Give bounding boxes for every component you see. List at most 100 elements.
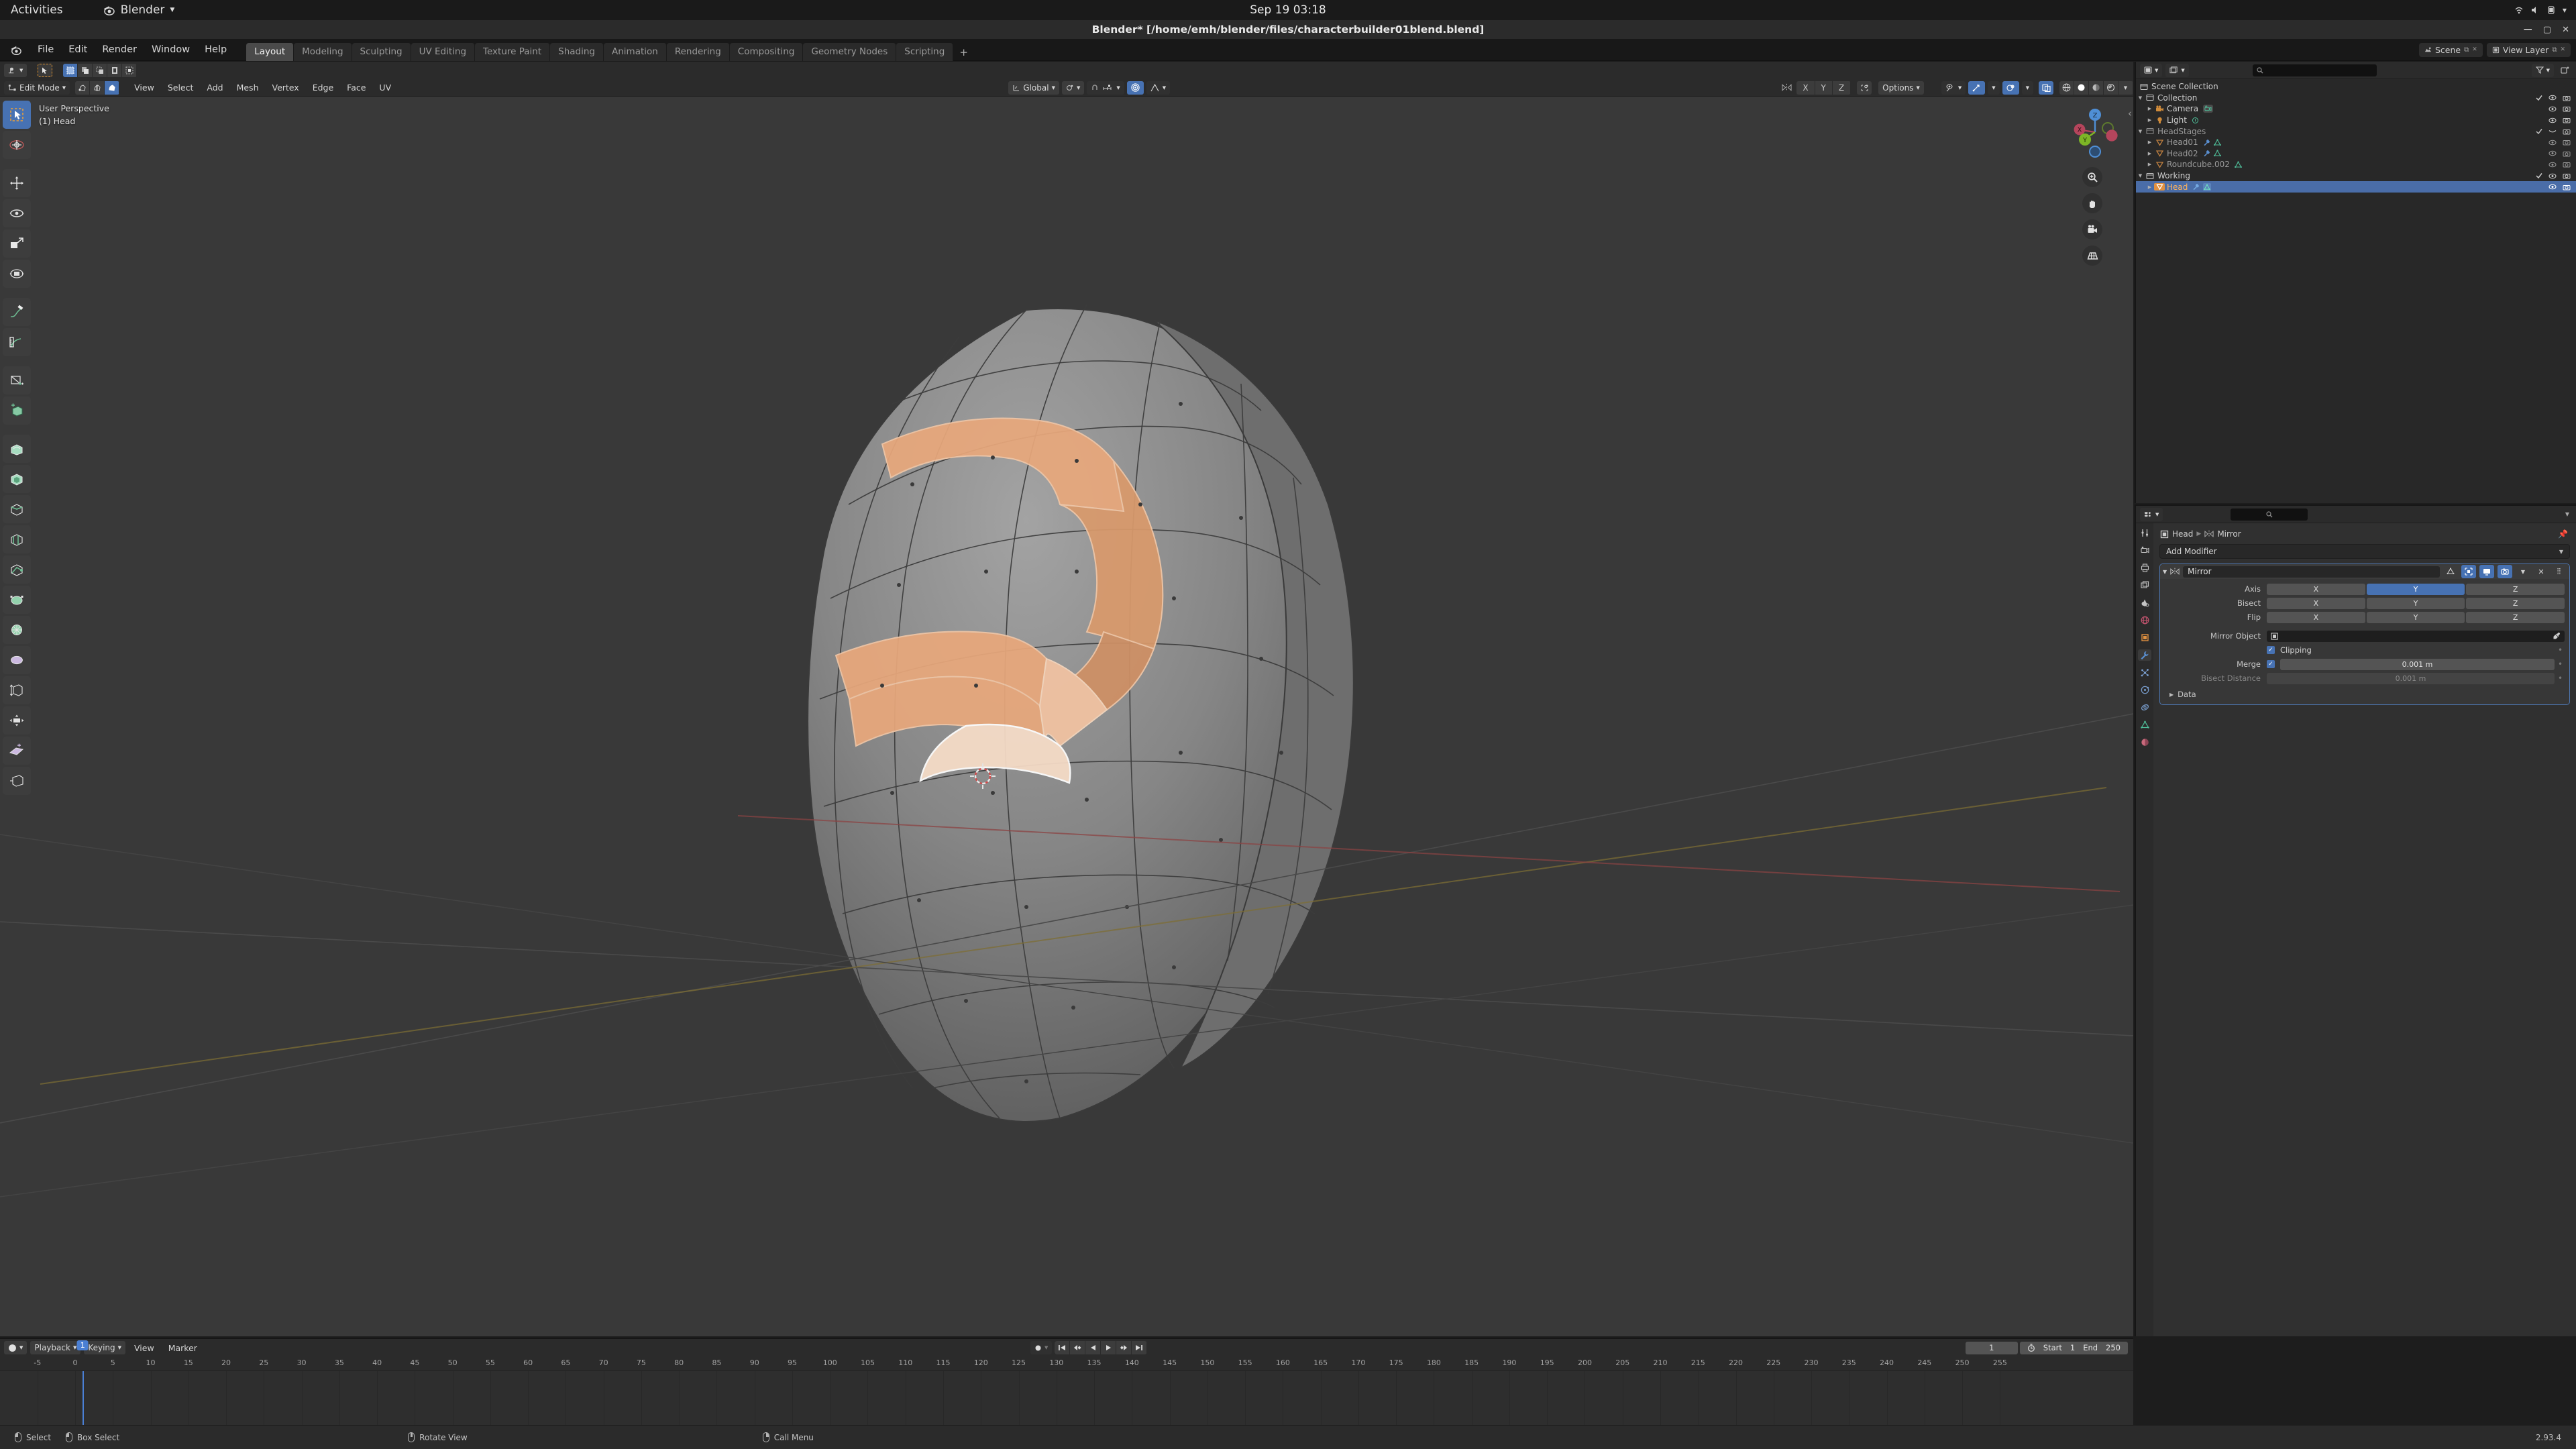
checkbox-icon[interactable] — [2536, 172, 2542, 179]
tab-world[interactable] — [2138, 614, 2151, 626]
mesh-data-icon[interactable] — [2213, 150, 2221, 157]
timeline-track-area[interactable] — [0, 1371, 2133, 1426]
gnome-clock[interactable]: Sep 19 03:18 — [0, 3, 2576, 17]
clipping-control[interactable]: ✓ Clipping • — [2267, 645, 2565, 655]
disclosure-triangle-icon[interactable]: ▶ — [2145, 151, 2154, 156]
disclosure-triangle-icon[interactable]: ▼ — [2163, 569, 2167, 575]
viewport-menu-face[interactable]: Face — [341, 81, 371, 94]
camera-render-icon[interactable] — [2563, 172, 2571, 179]
eye-closed-icon[interactable] — [2548, 128, 2557, 134]
view-layer-selector[interactable]: View Layer ⧉ ✕ — [2486, 42, 2571, 57]
tab-modifiers[interactable] — [2138, 649, 2151, 661]
eye-icon[interactable] — [2548, 173, 2557, 179]
current-frame-field[interactable]: 1 — [1965, 1341, 2018, 1354]
tool-edge-slide[interactable] — [3, 646, 31, 674]
editor-type-selector[interactable]: ▼ — [4, 64, 28, 77]
navigation-gizmo[interactable]: Z X Y — [2066, 103, 2124, 161]
flip-z-toggle[interactable]: Z — [2466, 611, 2565, 623]
visibility-selector[interactable]: ▼ — [1941, 80, 1966, 95]
outliner-row-toggles[interactable] — [2548, 150, 2571, 157]
disclosure-triangle-icon[interactable]: ▶ — [2169, 692, 2174, 698]
play-button[interactable] — [1101, 1341, 1117, 1354]
breadcrumb-object-name[interactable]: Head — [2172, 529, 2193, 539]
disclosure-triangle-icon[interactable]: ▶ — [2145, 117, 2154, 123]
menu-help[interactable]: Help — [197, 42, 234, 57]
modifier-name-field[interactable]: Mirror — [2183, 566, 2440, 578]
tool-spin[interactable] — [3, 586, 31, 614]
outliner-row-badges[interactable] — [2234, 161, 2242, 168]
playback-menu[interactable]: Playback ▼ — [30, 1341, 81, 1354]
proportional-edit-icon[interactable] — [1131, 83, 1140, 92]
workspace-tab-animation[interactable]: Animation — [604, 42, 667, 61]
outliner-row-toggles[interactable] — [2536, 172, 2571, 179]
tool-annotate[interactable] — [3, 298, 31, 326]
tool-extrude-region[interactable] — [3, 396, 31, 425]
show-on-cage-icon[interactable] — [2443, 565, 2458, 578]
outliner-row-head02[interactable]: ▶ Head02 — [2136, 148, 2576, 160]
workspace-tab-layout[interactable]: Layout — [246, 42, 294, 61]
timeline-editor-type-selector[interactable]: ▼ — [4, 1341, 28, 1354]
outliner-row-badges[interactable] — [2203, 139, 2221, 146]
tool-shear[interactable] — [3, 706, 31, 735]
bisect-toggle-group[interactable]: X Y Z — [2267, 597, 2565, 609]
breadcrumb-modifier-name[interactable]: Mirror — [2217, 529, 2241, 539]
playhead-frame-label[interactable]: 1 — [76, 1340, 89, 1350]
outliner-editor[interactable]: ▼ ▼ ▼ Scene Collection ▼ Collection ▶ Ca… — [2135, 62, 2576, 503]
tool-knife[interactable] — [3, 525, 31, 553]
disclosure-triangle-icon[interactable]: ▼ — [2136, 173, 2145, 178]
eyedropper-icon[interactable] — [2553, 632, 2561, 640]
viewport-menu-view[interactable]: View — [129, 81, 160, 94]
shading-material-preview-icon[interactable] — [2089, 80, 2104, 95]
auto-keying-toggle[interactable]: ▼ — [1030, 1341, 1053, 1354]
gnome-system-indicators[interactable]: ▼ — [2514, 5, 2567, 15]
edge-select-mode-icon[interactable] — [90, 80, 105, 95]
viewport-menu-vertex[interactable]: Vertex — [267, 81, 305, 94]
playhead[interactable] — [83, 1371, 85, 1426]
outliner-row-toggles[interactable] — [2536, 95, 2571, 101]
move-view-button[interactable] — [2082, 193, 2102, 213]
mesh-data-icon[interactable] — [2234, 161, 2242, 168]
camera-render-icon[interactable] — [2563, 150, 2571, 157]
tool-smooth[interactable] — [3, 616, 31, 644]
disclosure-triangle-icon[interactable]: ▶ — [2145, 140, 2154, 145]
axis-toggle-group[interactable]: X Y Z — [2267, 583, 2565, 595]
tool-shrink-fatten[interactable] — [3, 676, 31, 704]
merge-checkbox[interactable]: ✓ — [2267, 660, 2275, 669]
workspace-tab-scripting[interactable]: Scripting — [896, 42, 954, 61]
camera-render-icon[interactable] — [2563, 161, 2571, 168]
properties-options-chevron[interactable]: ▼ — [2565, 511, 2572, 517]
eye-icon[interactable] — [2548, 162, 2557, 168]
bisect-z-toggle[interactable]: Z — [2466, 597, 2565, 609]
mirror-axis-z[interactable]: Z — [1832, 80, 1851, 95]
workspace-tab-uv-editing[interactable]: UV Editing — [411, 42, 476, 61]
animate-property-icon[interactable]: • — [2556, 674, 2565, 683]
jump-to-next-keyframe-button[interactable] — [1116, 1341, 1132, 1354]
select-difference-icon[interactable] — [107, 64, 123, 77]
viewport-navigation-gizmos[interactable]: Z X Y — [2066, 103, 2124, 266]
outliner-row-light[interactable]: ▶ Light — [2136, 115, 2576, 126]
frame-range-controls[interactable]: 1 Start 1 End 250 — [1965, 1341, 2128, 1354]
select-mode-group[interactable] — [63, 64, 138, 77]
select-tool-toggle[interactable] — [38, 64, 53, 77]
proportional-editing-group[interactable] — [1126, 80, 1144, 95]
workspace-tab-rendering[interactable]: Rendering — [666, 42, 730, 61]
mesh-head-model[interactable] — [711, 283, 1382, 1222]
modifier-panel-header[interactable]: ▼ Mirror ▼ ✕ ⣿ — [2160, 564, 2569, 579]
tool-transform[interactable] — [3, 260, 31, 288]
outliner-row-collection[interactable]: ▼ Collection — [2136, 93, 2576, 104]
playback-controls[interactable] — [1055, 1341, 1148, 1354]
gizmo-toggle[interactable] — [1968, 80, 1986, 95]
outliner-row-working[interactable]: ▼ Working — [2136, 170, 2576, 182]
properties-search-input[interactable] — [2231, 508, 2308, 521]
timeline-ruler[interactable]: -5 0 5 10 15 20 25 30 35 40 45 50 55 60 65 70 75 80 85 90 95… — [0, 1356, 2133, 1371]
modifier-icon[interactable] — [2203, 150, 2210, 157]
axis-z-toggle[interactable]: Z — [2466, 583, 2565, 595]
3d-viewport[interactable]: ▼ Edit Mode ▼ View Select Add Mesh Verte… — [0, 62, 2133, 1336]
shading-wireframe-icon[interactable] — [2059, 80, 2074, 95]
outliner-filter-button[interactable]: ▼ — [2531, 63, 2554, 77]
outliner-row-badges[interactable] — [2203, 105, 2214, 113]
mesh-select-mode-group[interactable] — [75, 80, 120, 95]
outliner-row-roundcube[interactable]: ▶ Roundcube.002 — [2136, 159, 2576, 170]
properties-editor[interactable]: ▼ ▼ Head ▶ Mirror 📌 Add Modifier ▼ ▼ Mir… — [2135, 504, 2576, 1336]
proportional-falloff-selector[interactable]: ▼ — [1146, 80, 1171, 95]
